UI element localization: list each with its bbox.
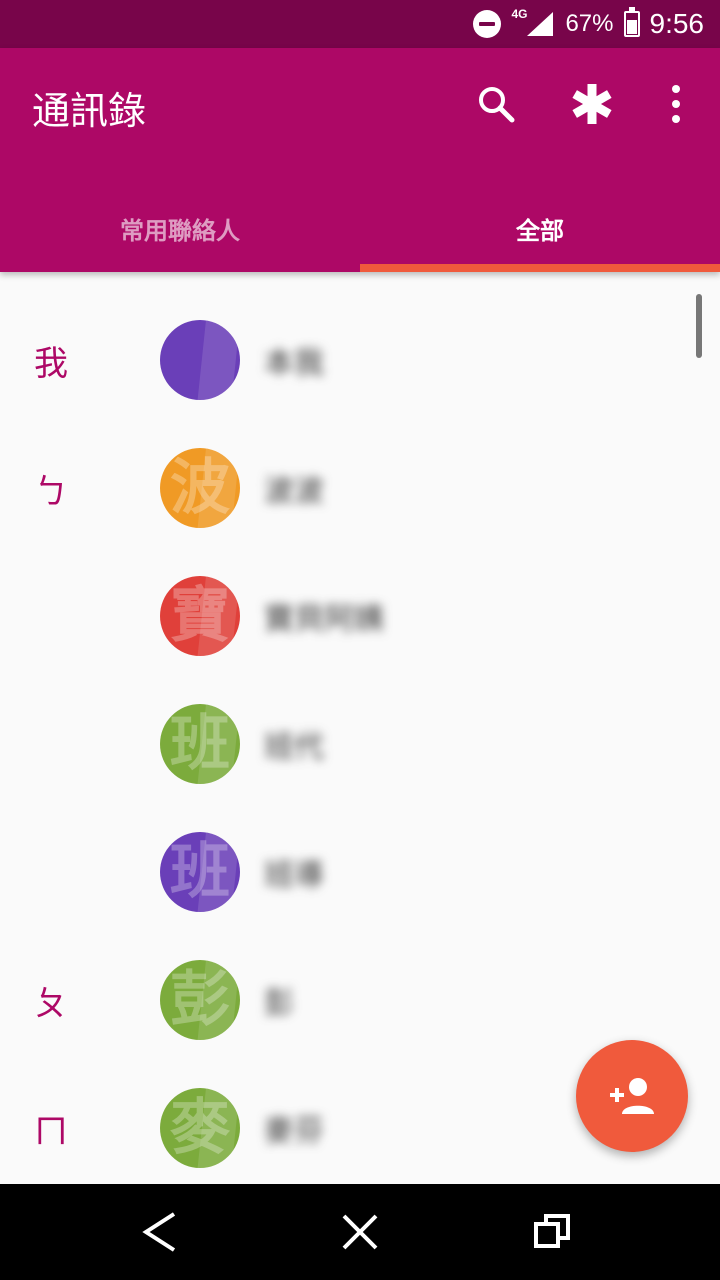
battery-charging-icon	[623, 7, 640, 37]
section-header: 我	[34, 343, 68, 384]
status-bar: 4G 67% 9:56	[0, 0, 720, 48]
add-contact-icon	[610, 1078, 654, 1114]
contact-row[interactable]: 寶 寶貝阿姨	[0, 552, 720, 680]
tab-bar: 常用聯絡人 全部	[0, 184, 720, 272]
avatar: 寶	[160, 576, 240, 656]
signal-icon	[527, 12, 554, 36]
page-title: 通訊錄	[32, 89, 147, 133]
asterisk-icon	[572, 84, 612, 124]
contact-row[interactable]: ㄅ 波 波波	[0, 424, 720, 552]
section-header: ㄅ	[34, 471, 68, 512]
back-icon	[142, 1212, 176, 1252]
home-button[interactable]	[328, 1200, 392, 1264]
do-not-disturb-icon	[473, 10, 502, 38]
avatar: 彭	[160, 960, 240, 1040]
contact-name: 寶貝阿姨	[264, 602, 384, 637]
add-contact-button[interactable]	[576, 1040, 688, 1152]
tab-favorites[interactable]: 常用聯絡人	[0, 184, 360, 272]
avatar: 波	[160, 448, 240, 528]
avatar: 麥	[160, 1088, 240, 1168]
contact-row[interactable]: 班 班導	[0, 808, 720, 936]
contact-row[interactable]: 我 本我	[0, 296, 720, 424]
avatar	[160, 320, 240, 400]
home-icon	[342, 1214, 378, 1250]
battery-percent: 67%	[565, 10, 614, 37]
contact-name: 班代	[264, 730, 324, 765]
search-button[interactable]	[468, 76, 524, 132]
more-vert-icon	[672, 85, 680, 123]
section-header: ㄇ	[34, 1111, 68, 1152]
contact-name: 麥芬	[264, 1114, 324, 1149]
search-icon	[479, 87, 515, 123]
contact-name: 波波	[264, 474, 324, 509]
app-bar: 通訊錄 常用聯絡人 全部	[0, 48, 720, 272]
contact-name: 班導	[264, 858, 324, 893]
avatar: 班	[160, 832, 240, 912]
clock: 9:56	[649, 8, 705, 39]
recents-icon	[534, 1214, 570, 1248]
emergency-info-button[interactable]	[564, 76, 620, 132]
tab-all[interactable]: 全部	[360, 184, 720, 272]
more-options-button[interactable]	[648, 76, 704, 132]
section-header: ㄆ	[34, 983, 68, 1024]
contact-name: 本我	[264, 346, 324, 381]
network-type: 4G	[511, 7, 528, 21]
contact-row[interactable]: 班 班代	[0, 680, 720, 808]
navigation-bar	[0, 1184, 720, 1280]
back-button[interactable]	[128, 1200, 192, 1264]
contact-name: 彭	[264, 986, 294, 1021]
recents-button[interactable]	[520, 1200, 584, 1264]
avatar: 班	[160, 704, 240, 784]
